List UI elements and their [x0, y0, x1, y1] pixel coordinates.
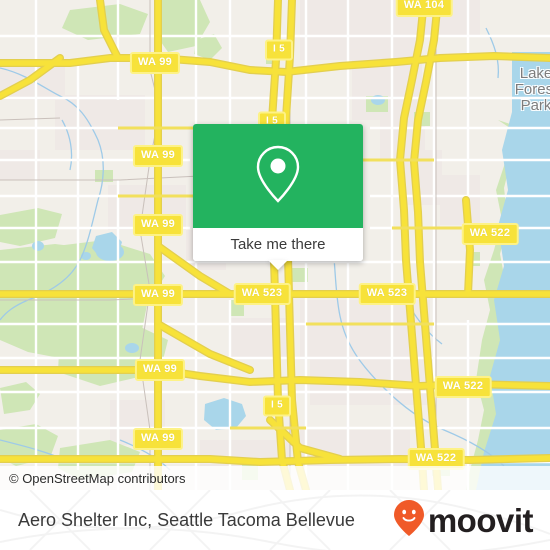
- map-screenshot: WA 104 I 5 WA 99 I 5 WA 99 WA 99 WA 522 WA 99 WA…: [0, 0, 550, 550]
- location-callout-card[interactable]: Take me there: [193, 124, 363, 270]
- highway-shield: WA 99: [132, 214, 184, 236]
- highway-shield: WA 523: [358, 283, 416, 305]
- place-title: Aero Shelter Inc, Seattle Tacoma Bellevu…: [18, 509, 355, 530]
- highway-shield: WA 99: [129, 52, 181, 74]
- moovit-smiling-pin-icon: [393, 499, 424, 541]
- take-me-there-label: Take me there: [230, 236, 326, 253]
- highway-shield: WA 522: [461, 223, 519, 245]
- callout-action-bar[interactable]: Take me there: [193, 228, 363, 270]
- callout-image-area: [193, 124, 363, 228]
- highway-shield: WA 104: [395, 0, 453, 17]
- highway-shield: WA 99: [132, 145, 184, 167]
- highway-shield: I 5: [264, 39, 294, 61]
- callout-pointer: [268, 260, 288, 270]
- highway-shield: WA 99: [132, 428, 184, 450]
- map-attribution-bar: © OpenStreetMap contributors: [0, 466, 550, 490]
- map-pin-icon: [252, 143, 304, 210]
- bottom-info-bar: Aero Shelter Inc, Seattle Tacoma Bellevu…: [0, 490, 550, 550]
- moovit-wordmark: moovit: [427, 501, 534, 539]
- highway-shield: I 5: [262, 395, 292, 417]
- moovit-logo[interactable]: moovit: [393, 490, 534, 550]
- highway-shield: WA 522: [434, 376, 492, 398]
- highway-shield: WA 523: [233, 283, 291, 305]
- highway-shield: WA 99: [132, 284, 184, 306]
- map-canvas[interactable]: WA 104 I 5 WA 99 I 5 WA 99 WA 99 WA 522 WA 99 WA…: [0, 0, 550, 490]
- osm-attribution-text[interactable]: © OpenStreetMap contributors: [9, 471, 186, 486]
- highway-shield: WA 99: [134, 359, 186, 381]
